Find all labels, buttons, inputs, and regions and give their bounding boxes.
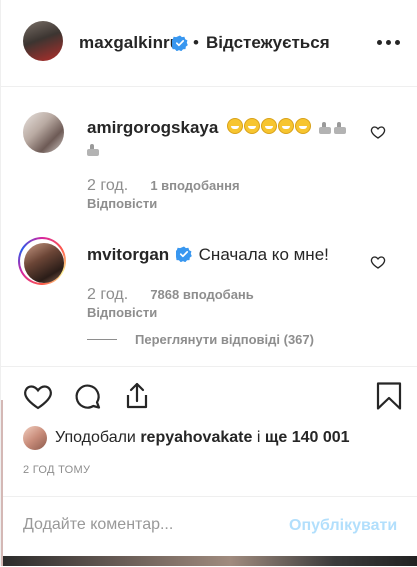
commenter-avatar[interactable]: [23, 112, 64, 153]
comment-like-count[interactable]: 7868 вподобань: [150, 287, 253, 302]
following-button[interactable]: Відстежується: [206, 33, 330, 53]
comment-username[interactable]: amirgorogskaya: [87, 118, 218, 137]
comment-time[interactable]: 2 год.: [87, 177, 128, 194]
thumbs-up-icon: [316, 118, 346, 137]
reply-button[interactable]: Відповісти: [87, 305, 157, 320]
more-options-icon[interactable]: [377, 40, 400, 45]
comment-body: amirgorogskaya: [87, 117, 357, 161]
author-avatar[interactable]: [23, 21, 63, 61]
post-header: maxgalkinru • Відстежується: [1, 0, 417, 87]
author-username[interactable]: maxgalkinru: [79, 33, 180, 53]
comment-time[interactable]: 2 год.: [87, 286, 128, 303]
comment-text: Сначала ко мне!: [198, 245, 329, 264]
replies-divider: [87, 339, 117, 340]
commenter-avatar[interactable]: [24, 243, 64, 283]
liked-by-connector: і: [256, 429, 261, 446]
like-comment-heart-icon[interactable]: [370, 124, 386, 140]
story-ring[interactable]: [18, 237, 66, 285]
add-comment-box: Опублікувати: [1, 496, 417, 557]
liked-by-row: Уподобали repyahovakate і ще 140 001: [23, 426, 350, 450]
comment-meta: 2 год. 7868 вподобань: [87, 286, 254, 304]
background-image-strip: [1, 556, 417, 566]
liked-by-prefix: Уподобали: [55, 429, 136, 446]
comment-username[interactable]: mvitorgan: [87, 245, 169, 264]
verified-badge-icon: [175, 246, 192, 262]
reply-button[interactable]: Відповісти: [87, 196, 157, 211]
post-timestamp[interactable]: 2 ГОД ТОМУ: [23, 464, 90, 476]
header-separator: •: [193, 33, 199, 52]
share-icon[interactable]: [122, 381, 152, 411]
comment-meta: 2 год. 1 вподобання: [87, 177, 240, 195]
background-edge: [1, 400, 3, 566]
publish-button[interactable]: Опублікувати: [289, 517, 397, 535]
like-comment-heart-icon[interactable]: [370, 254, 386, 270]
comment-input[interactable]: [23, 516, 273, 534]
thumbs-up-icon: [87, 140, 99, 159]
comment-like-count[interactable]: 1 вподобання: [150, 178, 239, 193]
grinning-face-icon: [226, 118, 316, 137]
verified-badge-icon: [172, 35, 188, 51]
like-heart-icon[interactable]: [23, 382, 53, 412]
comment-bubble-icon[interactable]: [73, 382, 103, 412]
view-replies-button[interactable]: Переглянути відповіді (367): [87, 332, 314, 347]
view-replies-label[interactable]: Переглянути відповіді (367): [135, 332, 314, 347]
liked-by-text: Уподобали repyahovakate і ще 140 001: [55, 429, 350, 447]
liker-username[interactable]: repyahovakate: [140, 429, 252, 446]
comment-body: mvitorgan Сначала ко мне!: [87, 244, 367, 266]
save-bookmark-icon[interactable]: [374, 381, 404, 411]
liker-avatar[interactable]: [23, 426, 47, 450]
likes-count-link[interactable]: ще 140 001: [265, 429, 350, 446]
post-panel: maxgalkinru • Відстежується amirgorogska…: [0, 0, 417, 566]
